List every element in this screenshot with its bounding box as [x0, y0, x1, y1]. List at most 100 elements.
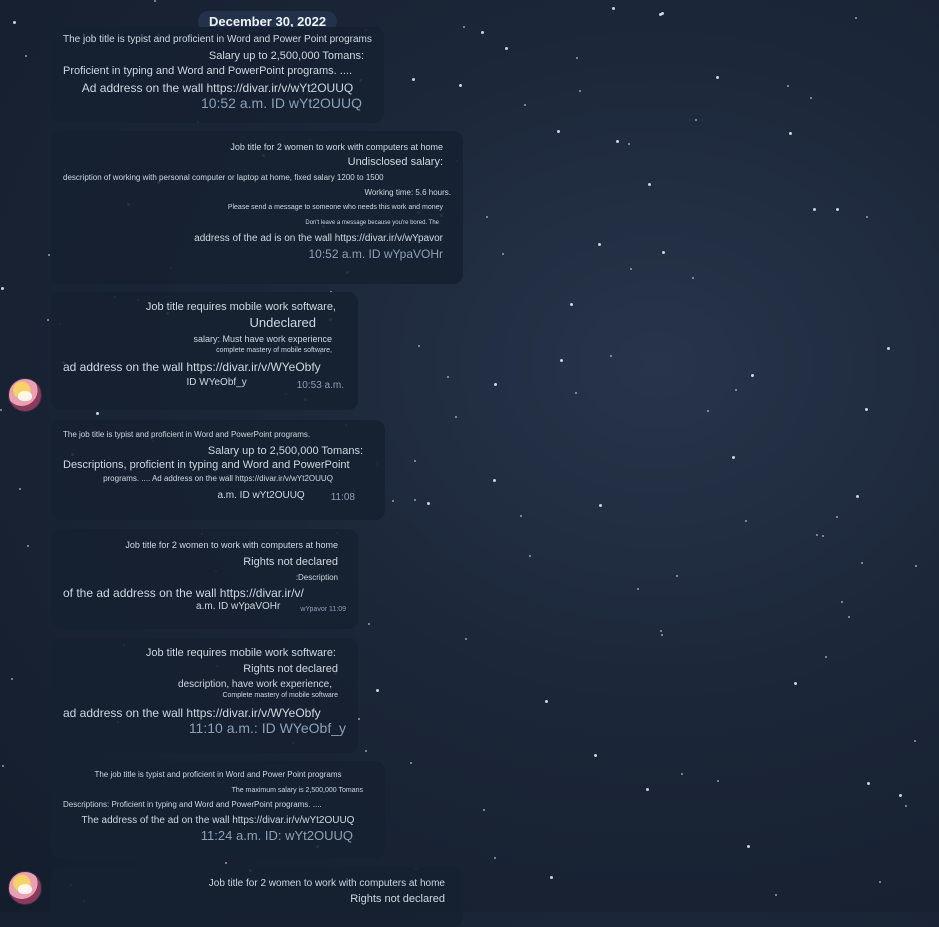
- star-decoration: [716, 76, 719, 79]
- message-line: :Description: [295, 573, 338, 582]
- star-decoration: [810, 97, 812, 99]
- star-decoration: [825, 656, 827, 658]
- message-line: The address of the ad on the wall https:…: [81, 815, 355, 826]
- star-decoration: [13, 21, 16, 24]
- star-decoration: [855, 17, 857, 19]
- star-decoration: [659, 13, 662, 16]
- message-bubble[interactable]: Job title for 2 women to work with compu…: [51, 867, 463, 927]
- message-line: a.m. ID wYt2OUUQ: [217, 490, 305, 501]
- star-decoration: [27, 545, 29, 547]
- star-decoration: [524, 104, 526, 106]
- star-decoration: [836, 516, 838, 518]
- star-decoration: [494, 857, 496, 859]
- message-line: ad address on the wall https://divar.ir/…: [63, 706, 321, 720]
- star-decoration: [459, 84, 462, 87]
- star-decoration: [376, 689, 379, 692]
- message-line: salary: Must have work experience: [193, 334, 332, 344]
- message-bubble[interactable]: Job title requires mobile work software:…: [51, 638, 358, 753]
- message-bubble[interactable]: Job title for 2 women to work with compu…: [51, 529, 358, 629]
- star-decoration: [598, 243, 601, 246]
- star-decoration: [25, 55, 27, 57]
- message-timestamp: 11:10 a.m.: ID WYeObf_y: [188, 720, 346, 736]
- message-line: Undisclosed salary:: [347, 156, 443, 168]
- star-decoration: [545, 700, 548, 703]
- star-decoration: [630, 268, 632, 270]
- star-decoration: [11, 678, 13, 680]
- star-decoration: [483, 809, 485, 811]
- star-decoration: [610, 355, 612, 357]
- star-decoration: [662, 251, 665, 254]
- star-decoration: [628, 143, 630, 145]
- star-decoration: [637, 588, 639, 590]
- star-decoration: [612, 7, 615, 10]
- star-decoration: [365, 750, 367, 752]
- star-decoration: [520, 515, 522, 517]
- message-line: description, have work experience,: [178, 679, 332, 690]
- message-line: Ad address on the wall https://divar.ir/…: [81, 81, 354, 95]
- message-line: a.m. ID wYpaVOHr: [196, 601, 281, 612]
- star-decoration: [848, 616, 850, 618]
- message-line: address of the ad is on the wall https:/…: [194, 233, 443, 244]
- message-bubble[interactable]: The job title is typist and proficient i…: [51, 420, 385, 520]
- message-line: ad address on the wall https://divar.ir/…: [63, 360, 321, 374]
- message-line: Descriptions: Proficient in typing and W…: [63, 800, 322, 809]
- star-decoration: [732, 456, 735, 459]
- message-bubble[interactable]: The job title is typist and proficient i…: [51, 761, 385, 859]
- message-line: ID WYeObf_y: [186, 377, 247, 388]
- message-timestamp: 11:24 a.m. ID: wYt2OUUQ: [200, 828, 353, 843]
- star-decoration: [899, 794, 902, 797]
- star-decoration: [887, 347, 890, 350]
- message-bubble[interactable]: Job title requires mobile work software,…: [51, 292, 358, 410]
- star-decoration: [154, 0, 156, 2]
- message-bubble[interactable]: Job title for 2 women to work with compu…: [51, 131, 463, 284]
- star-decoration: [661, 634, 663, 636]
- star-decoration: [707, 410, 709, 412]
- star-decoration: [836, 208, 839, 211]
- star-decoration: [747, 845, 750, 848]
- message-line: Job title requires mobile work software,: [145, 301, 336, 313]
- star-decoration: [867, 782, 870, 785]
- star-decoration: [856, 495, 859, 498]
- star-decoration: [775, 894, 777, 896]
- star-decoration: [392, 500, 394, 502]
- star-decoration: [481, 31, 484, 34]
- star-decoration: [493, 479, 496, 482]
- star-decoration: [915, 565, 917, 567]
- sender-avatar[interactable]: [8, 871, 42, 905]
- star-decoration: [19, 488, 21, 490]
- star-decoration: [47, 319, 49, 321]
- star-decoration: [412, 78, 415, 81]
- message-line: Salary up to 2,500,000 Tomans:: [207, 445, 363, 457]
- star-decoration: [787, 85, 789, 87]
- star-decoration: [48, 254, 50, 256]
- star-decoration: [575, 392, 577, 394]
- star-decoration: [418, 345, 420, 347]
- star-decoration: [486, 216, 488, 218]
- star-decoration: [1, 287, 4, 290]
- star-decoration: [576, 57, 578, 59]
- star-decoration: [745, 520, 747, 522]
- star-decoration: [502, 253, 504, 255]
- message-line: Proficient in typing and Word and PowerP…: [63, 65, 352, 77]
- star-decoration: [735, 389, 737, 391]
- star-decoration: [505, 47, 508, 50]
- message-line: complete mastery of mobile software,: [216, 347, 332, 354]
- message-line: Rights not declared: [243, 663, 338, 675]
- message-line: description of working with personal com…: [63, 173, 384, 182]
- star-decoration: [570, 303, 573, 306]
- star-decoration: [816, 534, 818, 536]
- star-decoration: [841, 601, 843, 603]
- message-line: The job title is typist and proficient i…: [94, 770, 342, 779]
- star-decoration: [225, 862, 227, 864]
- star-decoration: [465, 638, 467, 640]
- star-decoration: [455, 416, 457, 418]
- sender-avatar[interactable]: [8, 378, 42, 412]
- star-decoration: [594, 754, 597, 757]
- star-decoration: [681, 773, 683, 775]
- star-decoration: [751, 374, 754, 377]
- star-decoration: [717, 780, 719, 782]
- star-decoration: [427, 502, 430, 505]
- message-bubble[interactable]: The job title is typist and proficient i…: [51, 27, 384, 123]
- star-decoration: [447, 376, 449, 378]
- message-line: The maximum salary is 2,500,000 Tomans: [231, 787, 363, 794]
